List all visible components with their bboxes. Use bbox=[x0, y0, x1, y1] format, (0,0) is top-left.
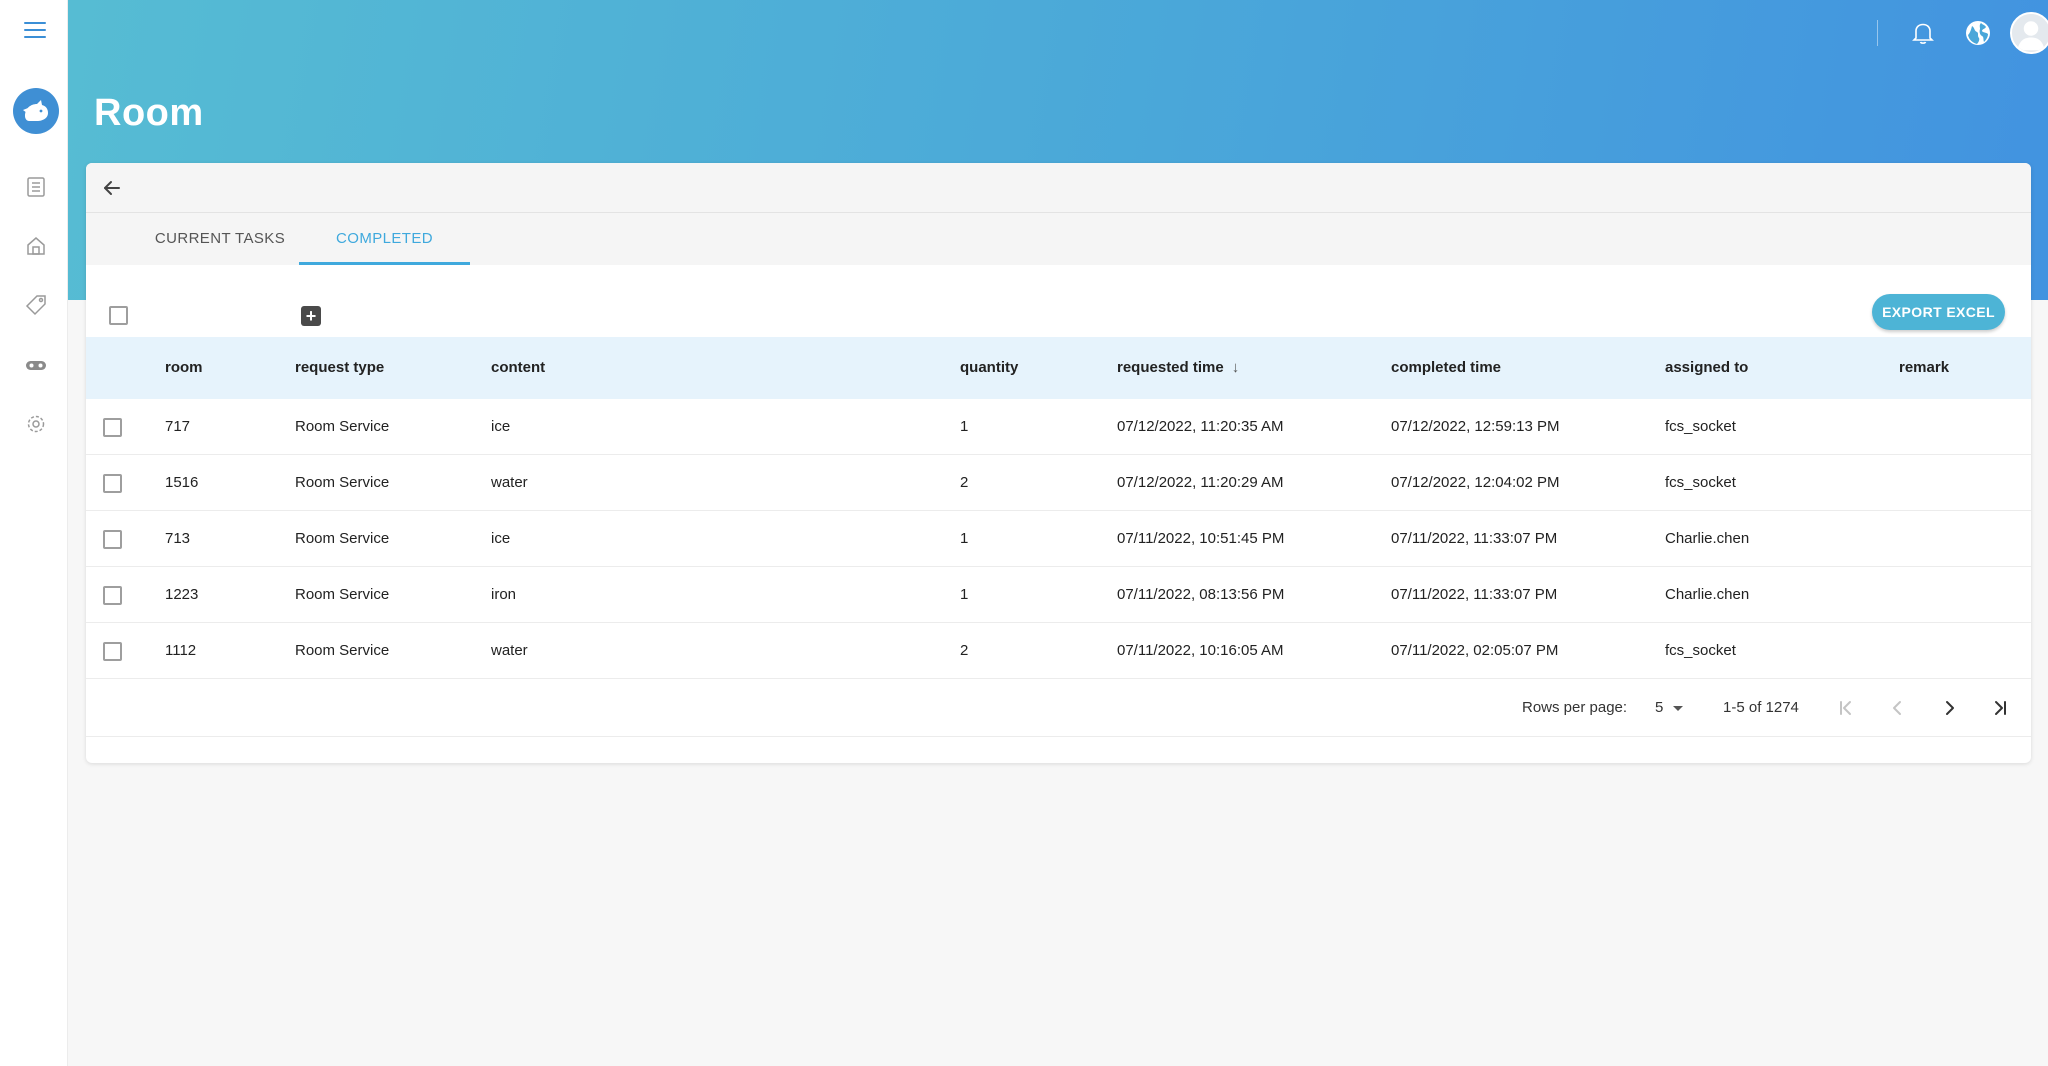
previous-page-icon[interactable] bbox=[1886, 696, 1910, 720]
cell-request-type: Room Service bbox=[295, 418, 390, 435]
cell-request-type: Room Service bbox=[295, 474, 390, 491]
cell-content: water bbox=[491, 474, 528, 491]
sidebar bbox=[0, 0, 68, 1066]
cell-assigned-to: Charlie.chen bbox=[1665, 530, 1750, 547]
cell-room: 1516 bbox=[165, 474, 199, 491]
rhino-logo-icon[interactable] bbox=[13, 88, 59, 134]
table-row[interactable]: 713 Room Service ice 1 07/11/2022, 10:51… bbox=[86, 511, 2031, 567]
row-checkbox[interactable] bbox=[103, 418, 122, 437]
gear-icon[interactable] bbox=[25, 413, 47, 435]
cell-room: 717 bbox=[165, 418, 191, 435]
pagination-range: 1-5 of 1274 bbox=[1723, 699, 1799, 716]
tab-current-tasks[interactable]: CURRENT TASKS bbox=[140, 213, 300, 265]
column-header-assigned-to[interactable]: assigned to bbox=[1665, 337, 1748, 399]
next-page-icon[interactable] bbox=[1937, 696, 1961, 720]
cell-quantity: 2 bbox=[960, 642, 969, 659]
rows-per-page-select[interactable]: 5 bbox=[1655, 679, 1684, 737]
gamepad-icon[interactable] bbox=[25, 354, 47, 376]
cell-completed-time: 07/12/2022, 12:59:13 PM bbox=[1391, 418, 1560, 435]
tab-bar: CURRENT TASKS COMPLETED bbox=[86, 213, 2031, 265]
home-icon[interactable] bbox=[25, 235, 47, 257]
export-excel-button[interactable]: EXPORT EXCEL bbox=[1872, 294, 2005, 330]
page-title: Room bbox=[94, 92, 204, 134]
divider bbox=[1877, 20, 1878, 46]
cell-request-type: Room Service bbox=[295, 642, 390, 659]
globe-icon[interactable] bbox=[1964, 19, 1992, 47]
document-list-icon[interactable] bbox=[25, 176, 47, 198]
cell-completed-time: 07/12/2022, 12:04:02 PM bbox=[1391, 474, 1560, 491]
row-checkbox[interactable] bbox=[103, 586, 122, 605]
cell-completed-time: 07/11/2022, 11:33:07 PM bbox=[1391, 586, 1558, 603]
column-header-requested-time[interactable]: requested time ↓ bbox=[1117, 337, 1239, 399]
cell-quantity: 2 bbox=[960, 474, 969, 491]
cell-content: ice bbox=[491, 418, 511, 435]
hamburger-icon[interactable] bbox=[24, 22, 46, 40]
cell-request-type: Room Service bbox=[295, 586, 390, 603]
column-header-content[interactable]: content bbox=[491, 337, 545, 399]
select-all-checkbox[interactable] bbox=[109, 306, 128, 325]
cell-requested-time: 07/11/2022, 10:16:05 AM bbox=[1117, 642, 1284, 659]
tab-completed[interactable]: COMPLETED bbox=[299, 213, 470, 265]
cell-room: 1112 bbox=[165, 642, 197, 659]
card-top-bar bbox=[86, 163, 2031, 213]
cell-requested-time: 07/11/2022, 08:13:56 PM bbox=[1117, 586, 1285, 603]
table-row[interactable]: 1223 Room Service iron 1 07/11/2022, 08:… bbox=[86, 567, 2031, 623]
cell-room: 713 bbox=[165, 530, 191, 547]
column-header-requested-time-label: requested time bbox=[1117, 359, 1224, 376]
first-page-icon[interactable] bbox=[1834, 696, 1858, 720]
pagination-bar: Rows per page: 5 1-5 of 1274 bbox=[86, 679, 2031, 737]
table-header: room request type content quantity reque… bbox=[86, 337, 2031, 399]
cell-requested-time: 07/12/2022, 11:20:29 AM bbox=[1117, 474, 1284, 491]
cell-content: water bbox=[491, 642, 528, 659]
cell-content: iron bbox=[491, 586, 517, 603]
cell-request-type: Room Service bbox=[295, 530, 390, 547]
last-page-icon[interactable] bbox=[1988, 696, 2012, 720]
cell-completed-time: 07/11/2022, 02:05:07 PM bbox=[1391, 642, 1559, 659]
table-row[interactable]: 1516 Room Service water 2 07/12/2022, 11… bbox=[86, 455, 2031, 511]
cell-quantity: 1 bbox=[960, 418, 969, 435]
table-row[interactable]: 1112 Room Service water 2 07/11/2022, 10… bbox=[86, 623, 2031, 679]
row-checkbox[interactable] bbox=[103, 530, 122, 549]
row-checkbox[interactable] bbox=[103, 474, 122, 493]
cell-completed-time: 07/11/2022, 11:33:07 PM bbox=[1391, 530, 1558, 547]
back-arrow-icon[interactable] bbox=[100, 176, 124, 200]
bell-icon[interactable] bbox=[1910, 20, 1936, 46]
sort-down-icon[interactable]: ↓ bbox=[1232, 337, 1240, 399]
cell-content: ice bbox=[491, 530, 511, 547]
column-header-quantity[interactable]: quantity bbox=[960, 337, 1018, 399]
add-button[interactable]: + bbox=[301, 306, 321, 326]
cell-assigned-to: fcs_socket bbox=[1665, 642, 1736, 659]
column-header-completed-time[interactable]: completed time bbox=[1391, 337, 1501, 399]
row-checkbox[interactable] bbox=[103, 642, 122, 661]
cell-quantity: 1 bbox=[960, 586, 969, 603]
table-toolbar: + EXPORT EXCEL bbox=[86, 265, 2031, 337]
table-row[interactable]: 717 Room Service ice 1 07/12/2022, 11:20… bbox=[86, 399, 2031, 455]
column-header-request-type[interactable]: request type bbox=[295, 337, 384, 399]
tag-icon[interactable] bbox=[25, 294, 47, 316]
cell-requested-time: 07/12/2022, 11:20:35 AM bbox=[1117, 418, 1284, 435]
top-actions bbox=[1828, 0, 2048, 66]
rows-per-page-label: Rows per page: bbox=[1522, 699, 1628, 716]
task-card: CURRENT TASKS COMPLETED + EXPORT EXCEL r… bbox=[86, 163, 2031, 763]
table-body: 717 Room Service ice 1 07/12/2022, 11:20… bbox=[86, 399, 2031, 679]
caret-down-icon bbox=[1673, 705, 1684, 711]
cell-room: 1223 bbox=[165, 586, 199, 603]
cell-assigned-to: fcs_socket bbox=[1665, 474, 1736, 491]
rows-per-page-value: 5 bbox=[1655, 699, 1664, 716]
column-header-remark[interactable]: remark bbox=[1899, 337, 1949, 399]
cell-quantity: 1 bbox=[960, 530, 969, 547]
cell-assigned-to: fcs_socket bbox=[1665, 418, 1736, 435]
avatar-icon[interactable] bbox=[2010, 12, 2048, 54]
cell-requested-time: 07/11/2022, 10:51:45 PM bbox=[1117, 530, 1285, 547]
column-header-room[interactable]: room bbox=[165, 337, 203, 399]
cell-assigned-to: Charlie.chen bbox=[1665, 586, 1750, 603]
